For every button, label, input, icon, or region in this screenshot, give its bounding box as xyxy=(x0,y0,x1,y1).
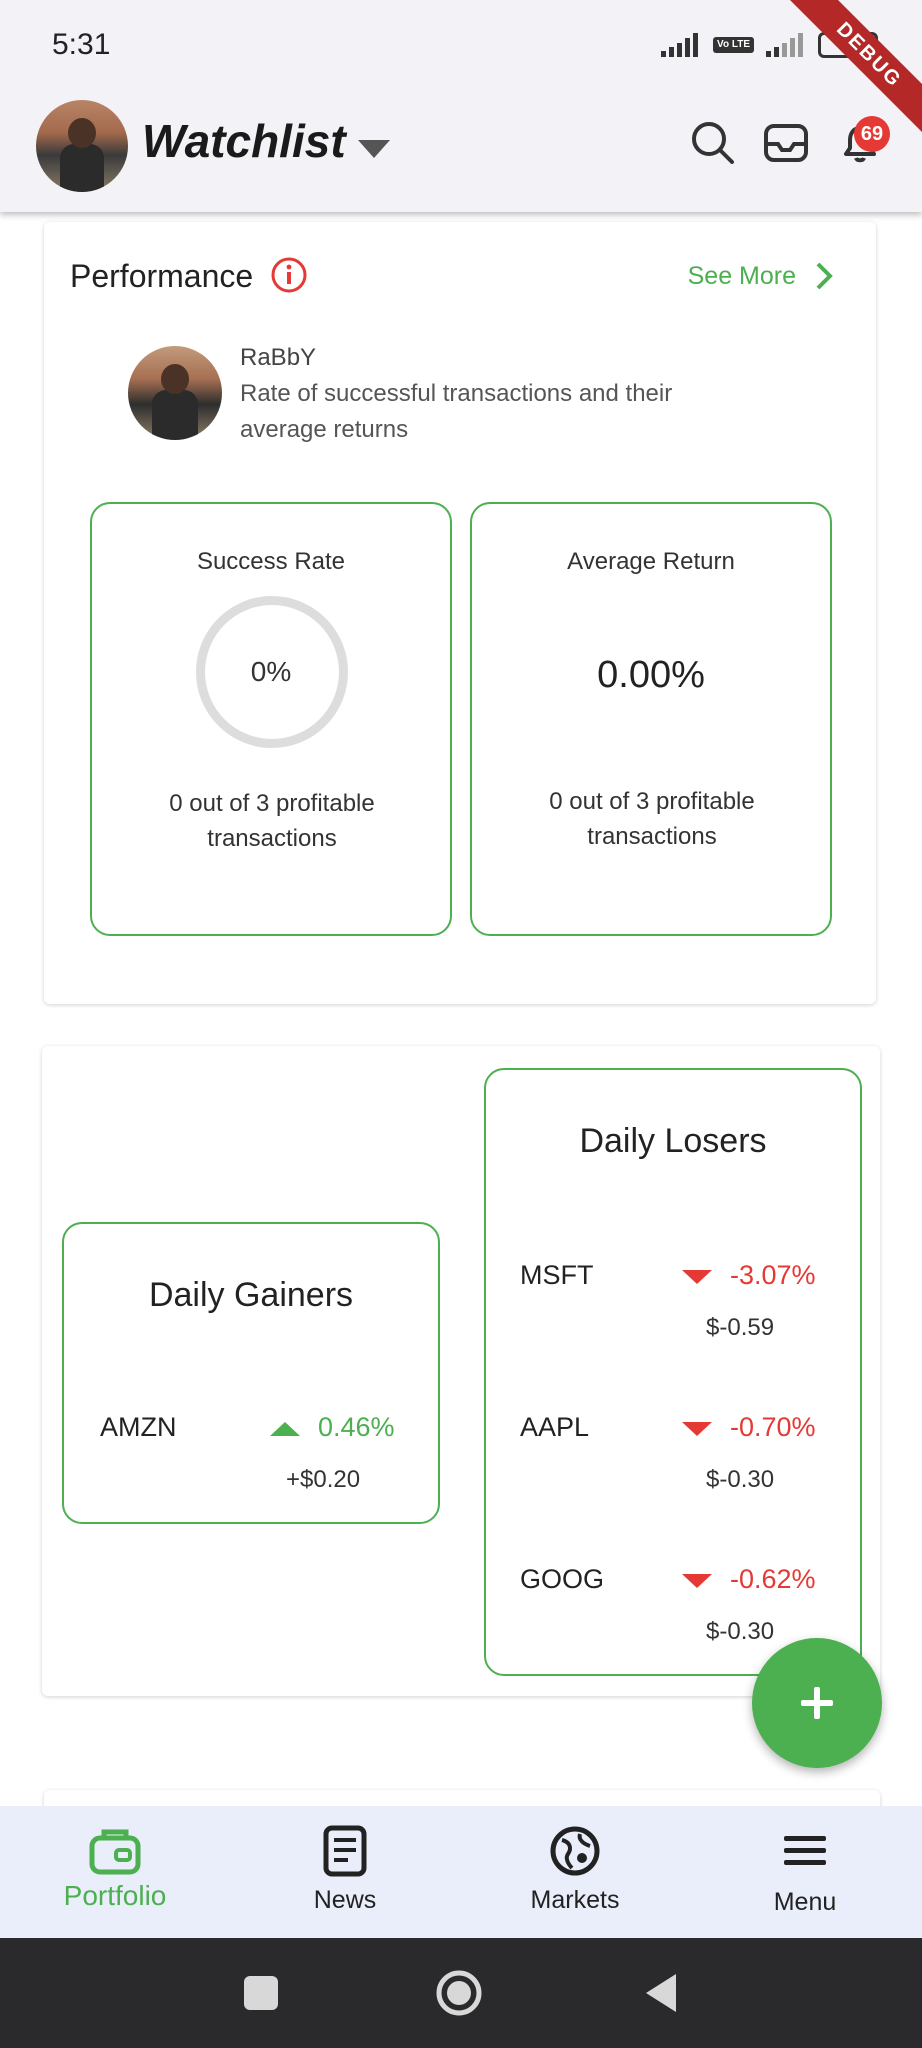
daily-movers-card: Daily Gainers AMZN 0.46% +$0.20 Daily Lo… xyxy=(42,1046,880,1696)
average-return-card: Average Return 0.00% 0 out of 3 profitab… xyxy=(470,502,832,936)
info-icon[interactable] xyxy=(270,256,308,294)
home-icon[interactable] xyxy=(434,1968,484,2018)
arrow-down-icon xyxy=(682,1574,712,1588)
volte-badge: Vo LTE xyxy=(713,37,754,53)
nav-item-menu[interactable]: Menu xyxy=(690,1806,920,1938)
performance-card: Performance See More RaBbY Rate of succe… xyxy=(44,222,876,1004)
stock-symbol: AAPL xyxy=(520,1412,590,1442)
stock-symbol: GOOG xyxy=(520,1564,605,1594)
stock-symbol: AMZN xyxy=(100,1412,177,1442)
nav-item-portfolio[interactable]: Portfolio xyxy=(0,1806,230,1938)
average-return-label: Average Return xyxy=(567,548,735,575)
loser-row[interactable]: MSFT -3.07% $-0.59 xyxy=(486,1260,860,1350)
arrow-down-icon xyxy=(682,1270,712,1284)
stock-change-pct: -0.62% xyxy=(730,1564,816,1594)
performance-description: Rate of successful transactions and thei… xyxy=(240,380,673,443)
nav-label: Portfolio xyxy=(63,1880,167,1911)
user-name: RaBbY xyxy=(240,344,317,371)
stock-change-amount: $-0.59 xyxy=(706,1314,775,1341)
back-icon[interactable] xyxy=(636,1968,686,2018)
nav-label: Menu xyxy=(773,1888,837,1916)
daily-losers-title: Daily Losers xyxy=(579,1122,767,1160)
daily-losers-box: Daily Losers MSFT -3.07% $-0.59 AAPL -0.… xyxy=(484,1068,862,1676)
user-avatar xyxy=(128,346,222,440)
success-rate-card: Success Rate 0% 0 out of 3 profitable tr… xyxy=(90,502,452,936)
success-rate-subtext: 0 out of 3 profitable transactions xyxy=(169,790,375,852)
wallet-icon xyxy=(89,1829,141,1875)
chevron-right-icon[interactable] xyxy=(810,260,838,292)
system-navigation-bar xyxy=(0,1938,922,2048)
profile-avatar[interactable] xyxy=(36,100,128,192)
success-rate-value: 0% xyxy=(250,656,292,687)
stock-change-pct: -3.07% xyxy=(730,1260,816,1290)
stock-change-amount: $-0.30 xyxy=(706,1466,775,1493)
loser-row[interactable]: AAPL -0.70% $-0.30 xyxy=(486,1412,860,1502)
globe-icon xyxy=(550,1826,600,1876)
stock-symbol: MSFT xyxy=(520,1260,594,1290)
nav-label: Markets xyxy=(530,1886,620,1914)
recents-icon[interactable] xyxy=(236,1968,286,2018)
nav-item-markets[interactable]: Markets xyxy=(460,1806,690,1938)
daily-gainers-box: Daily Gainers AMZN 0.46% +$0.20 xyxy=(62,1222,440,1524)
chevron-down-icon[interactable] xyxy=(358,140,390,158)
signal-icon-2 xyxy=(766,33,803,57)
page-title[interactable]: Watchlist xyxy=(142,114,346,168)
arrow-down-icon xyxy=(682,1422,712,1436)
performance-title: Performance xyxy=(70,258,254,294)
see-more-link[interactable]: See More xyxy=(688,262,796,291)
daily-gainers-title: Daily Gainers xyxy=(148,1276,354,1314)
stock-change-pct: -0.70% xyxy=(730,1412,816,1442)
arrow-up-icon xyxy=(270,1422,300,1436)
nav-label: News xyxy=(313,1886,377,1914)
stock-change-pct: 0.46% xyxy=(318,1412,395,1442)
search-icon[interactable] xyxy=(688,118,736,166)
add-button[interactable] xyxy=(752,1638,882,1768)
stock-change-amount: +$0.20 xyxy=(286,1466,361,1493)
status-time: 5:31 xyxy=(52,28,111,61)
inbox-icon[interactable] xyxy=(762,118,810,166)
stock-change-amount: $-0.30 xyxy=(706,1618,775,1645)
notification-badge: 69 xyxy=(854,116,890,152)
gainer-row[interactable]: AMZN 0.46% +$0.20 xyxy=(64,1412,438,1502)
bottom-navigation: Portfolio News Markets Menu xyxy=(0,1806,922,1938)
plus-icon xyxy=(801,1687,833,1719)
average-return-value: 0.00% xyxy=(597,654,705,696)
success-rate-label: Success Rate xyxy=(196,548,346,575)
signal-icon xyxy=(661,33,699,57)
average-return-subtext: 0 out of 3 profitable transactions xyxy=(549,788,755,850)
app-header: 5:31 Vo LTE 80 DEBUG Watchlist xyxy=(0,0,922,212)
menu-icon xyxy=(784,1836,826,1865)
news-icon xyxy=(323,1825,367,1877)
nav-item-news[interactable]: News xyxy=(230,1806,460,1938)
